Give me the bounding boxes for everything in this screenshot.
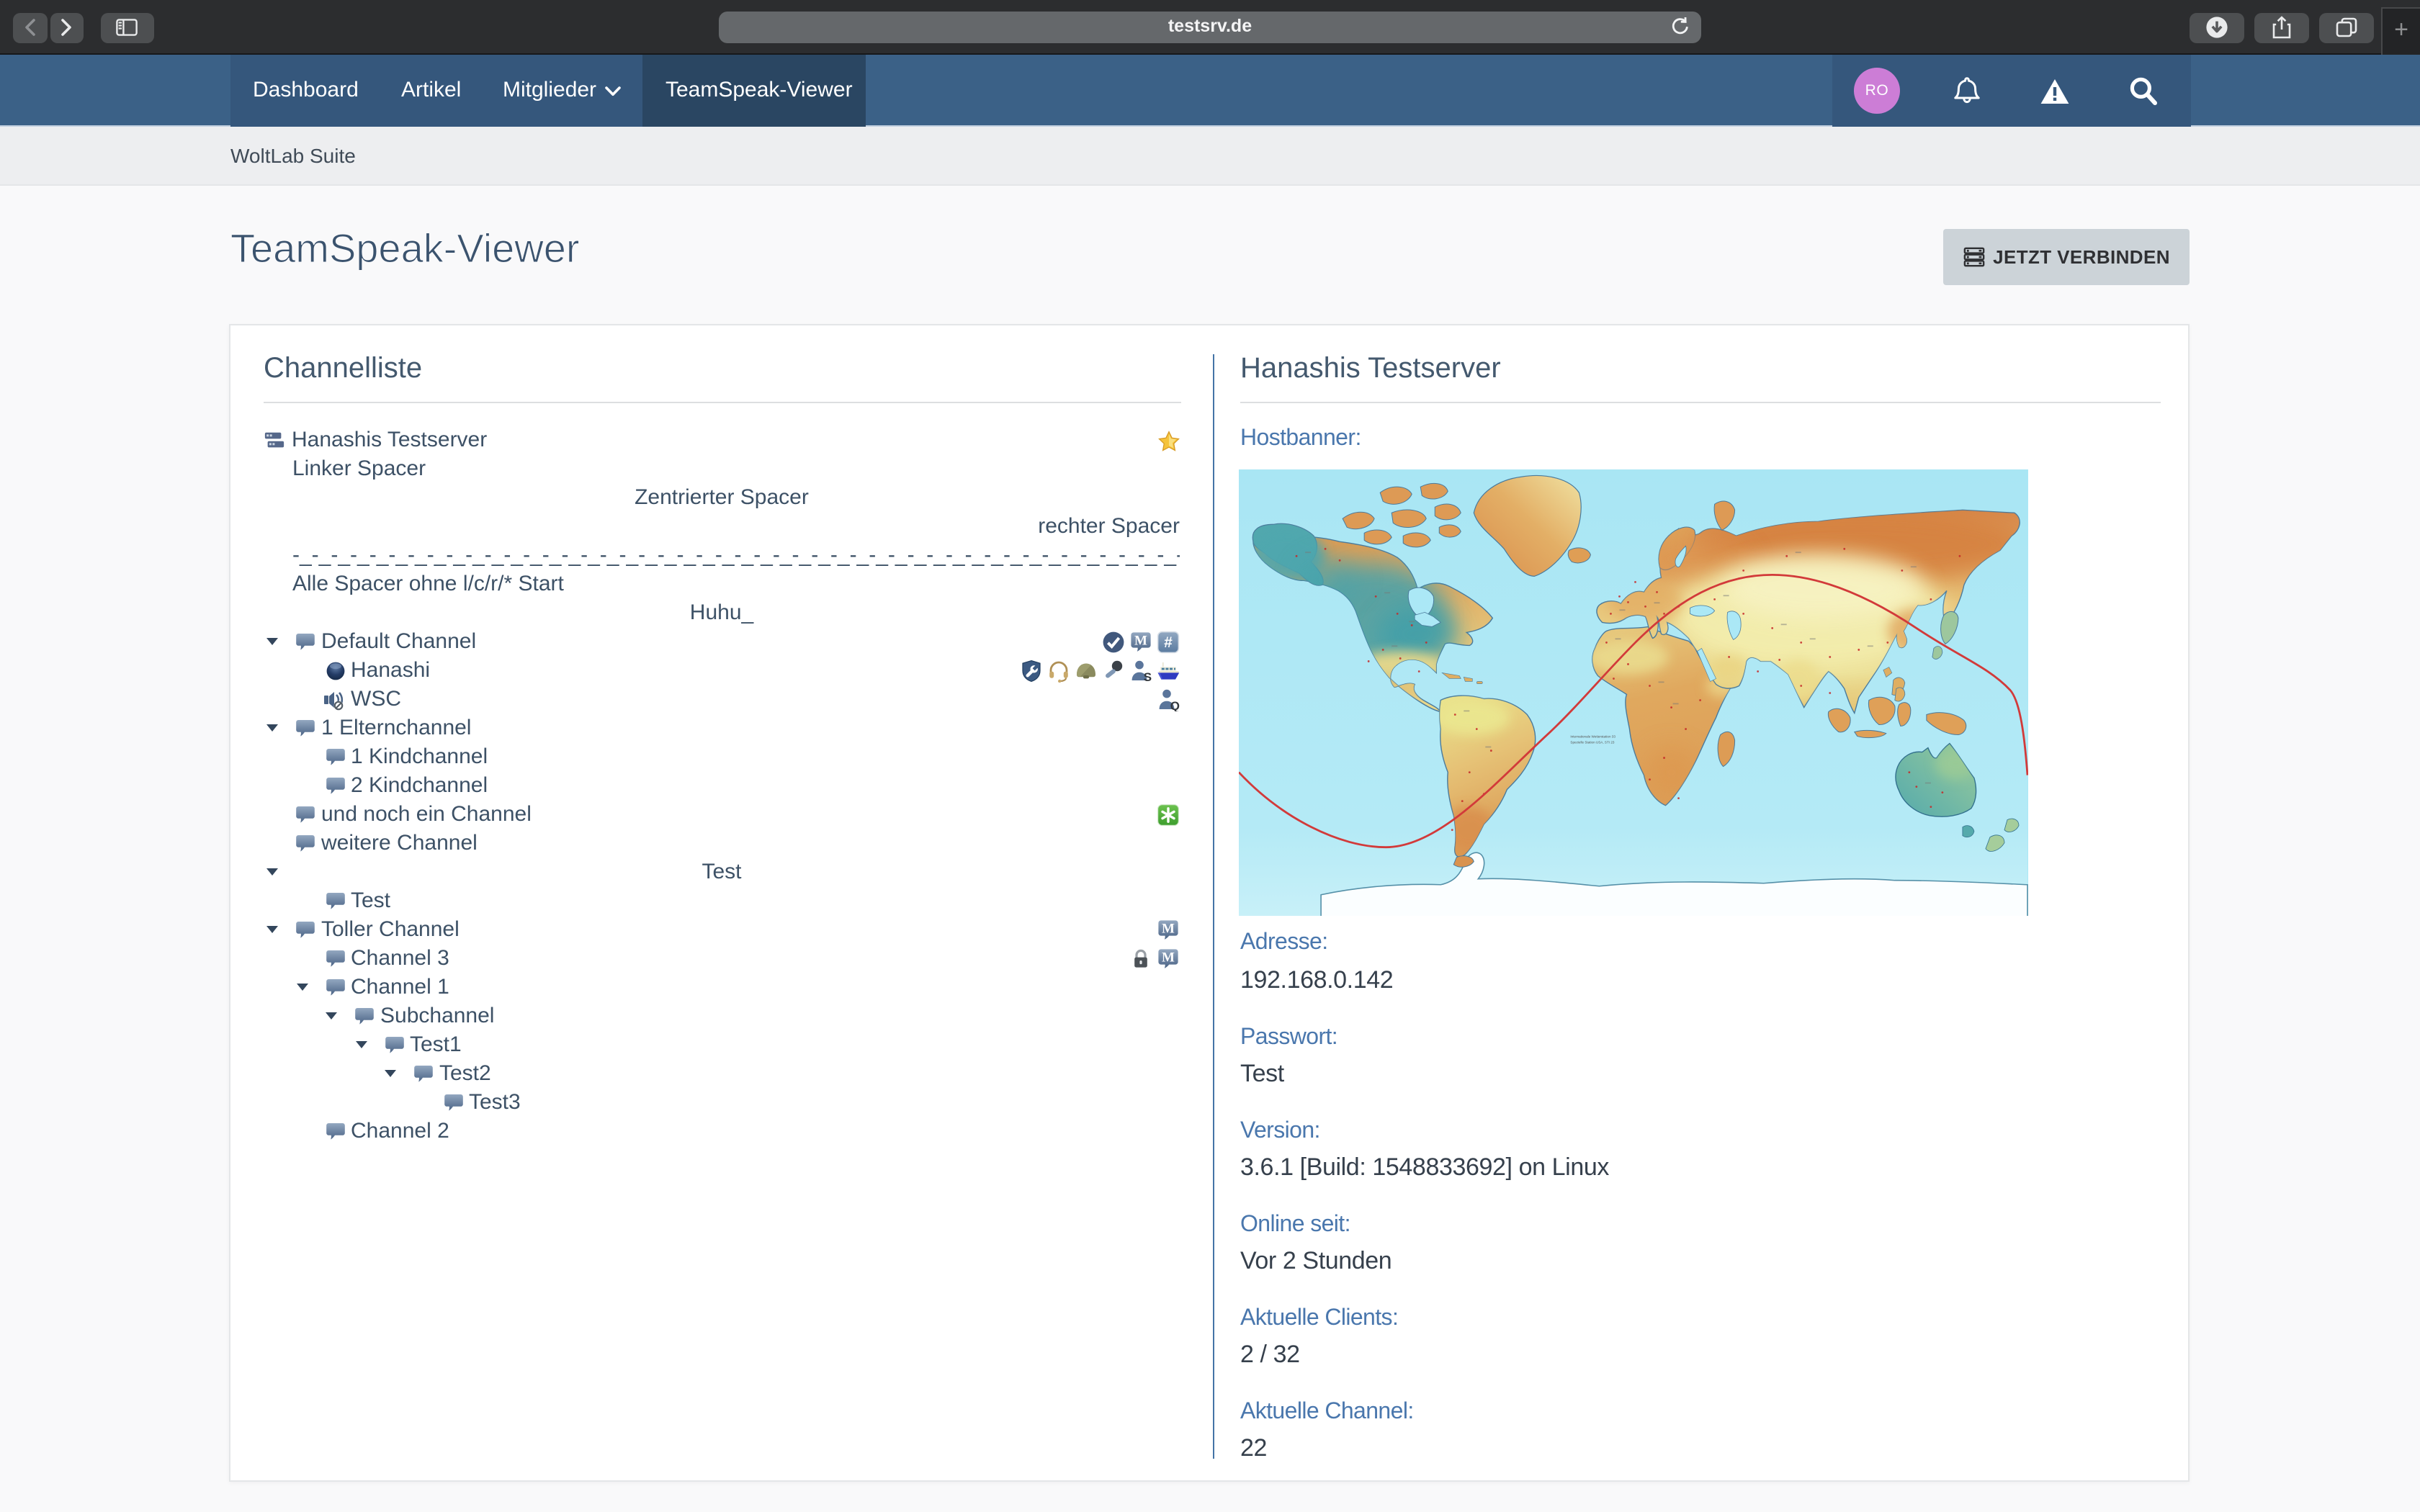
svg-text:Spezielle Station USA, STI 23: Spezielle Station USA, STI 23 — [1570, 740, 1614, 744]
svg-text:Internationale Wetterstation 3: Internationale Wetterstation 33 — [1570, 734, 1615, 738]
